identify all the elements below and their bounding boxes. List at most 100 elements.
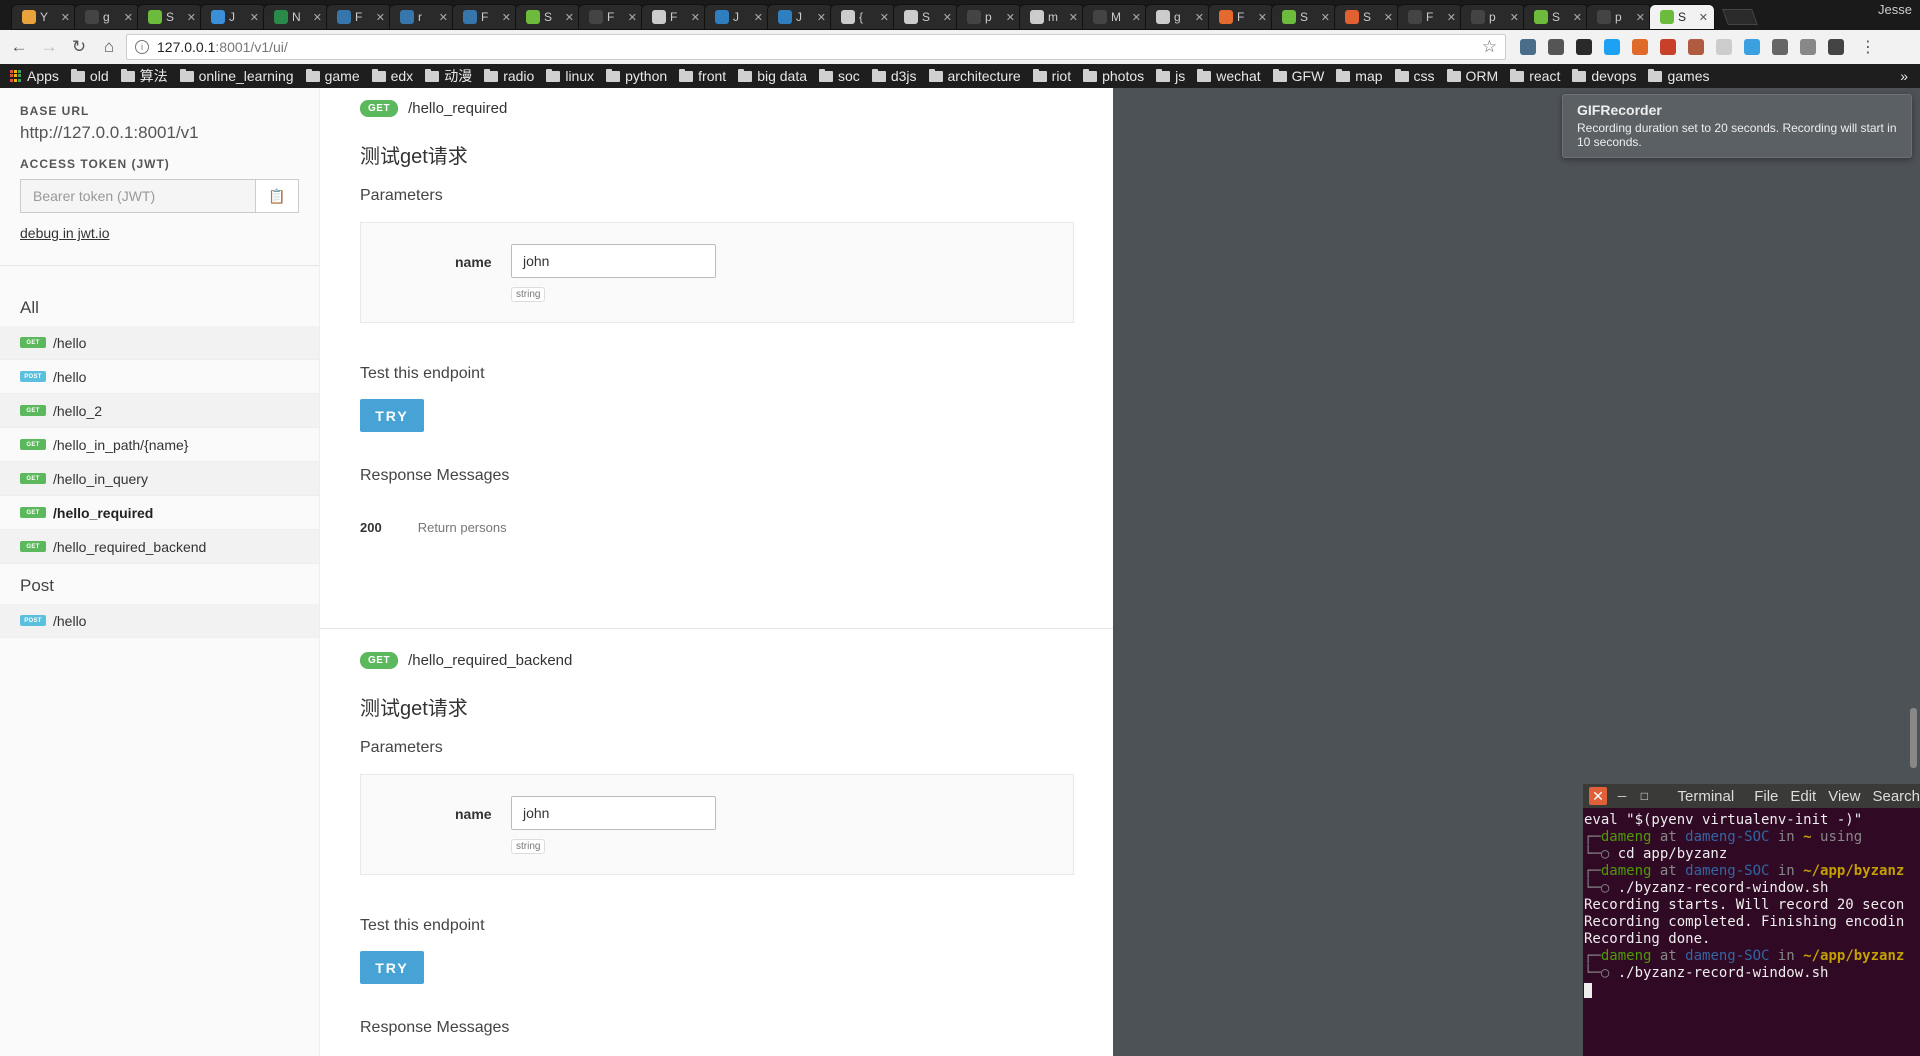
browser-tab[interactable]: J ✕ — [704, 4, 770, 30]
browser-tab[interactable]: S ✕ — [515, 4, 581, 30]
extension-icon[interactable] — [1604, 39, 1620, 55]
maximize-icon[interactable]: □ — [1637, 788, 1651, 804]
close-tab-icon[interactable]: ✕ — [691, 11, 700, 24]
browser-tab[interactable]: F ✕ — [1208, 4, 1274, 30]
close-tab-icon[interactable]: ✕ — [817, 11, 826, 24]
scrollbar-thumb[interactable] — [1910, 708, 1917, 768]
param-name-input[interactable]: john — [511, 244, 716, 278]
bookmark-folder[interactable]: linux — [546, 66, 594, 86]
bookmark-folder[interactable]: d3js — [871, 66, 917, 86]
browser-tab[interactable]: m ✕ — [1019, 4, 1085, 30]
browser-tab[interactable]: J ✕ — [767, 4, 833, 30]
bookmark-apps[interactable]: Apps — [10, 68, 59, 84]
browser-tab[interactable]: J ✕ — [200, 4, 266, 30]
sidebar-item[interactable]: GET/hello_2 — [0, 394, 319, 428]
close-tab-icon[interactable]: ✕ — [943, 11, 952, 24]
bookmark-folder[interactable]: old — [70, 66, 109, 86]
new-tab-button[interactable] — [1722, 9, 1758, 25]
bookmark-folder[interactable]: 算法 — [120, 66, 168, 86]
extension-icon[interactable] — [1660, 39, 1676, 55]
param-name-input[interactable]: john — [511, 796, 716, 830]
close-tab-icon[interactable]: ✕ — [124, 11, 133, 24]
bookmark-folder[interactable]: ORM — [1446, 66, 1498, 86]
try-button[interactable]: TRY — [360, 951, 424, 984]
close-tab-icon[interactable]: ✕ — [187, 11, 196, 24]
bookmark-folder[interactable]: python — [606, 66, 667, 86]
bookmark-folder[interactable]: soc — [819, 66, 860, 86]
browser-tab[interactable]: F ✕ — [641, 4, 707, 30]
close-tab-icon[interactable]: ✕ — [1636, 11, 1645, 24]
close-tab-icon[interactable]: ✕ — [1258, 11, 1267, 24]
bookmark-folder[interactable]: big data — [738, 66, 807, 86]
close-tab-icon[interactable]: ✕ — [1384, 11, 1393, 24]
debug-jwt-link[interactable]: debug in jwt.io — [20, 225, 110, 241]
close-tab-icon[interactable]: ✕ — [1132, 11, 1141, 24]
extension-icon[interactable] — [1548, 39, 1564, 55]
reload-icon[interactable]: ↻ — [66, 34, 92, 60]
browser-tab[interactable]: S ✕ — [1523, 4, 1589, 30]
terminal-menu-item[interactable]: File — [1754, 788, 1778, 805]
sidebar-item[interactable]: GET/hello_required_backend — [0, 530, 319, 564]
extension-icon[interactable] — [1772, 39, 1788, 55]
extension-icon[interactable] — [1828, 39, 1844, 55]
bookmark-folder[interactable]: map — [1336, 66, 1383, 86]
terminal-menu-item[interactable]: View — [1828, 788, 1860, 805]
extension-icon[interactable] — [1744, 39, 1760, 55]
close-tab-icon[interactable]: ✕ — [628, 11, 637, 24]
sidebar-item[interactable]: POST/hello — [0, 360, 319, 394]
browser-tab[interactable]: {✕ — [830, 4, 896, 30]
bookmark-folder[interactable]: wechat — [1197, 66, 1261, 86]
paste-token-button[interactable]: 📋 — [255, 179, 299, 213]
gifrecorder-notification[interactable]: GIFRecorder Recording duration set to 20… — [1562, 94, 1912, 158]
browser-tab[interactable]: N ✕ — [263, 4, 329, 30]
browser-tab[interactable]: S ✕ — [137, 4, 203, 30]
extension-icon[interactable] — [1800, 39, 1816, 55]
bookmark-folder[interactable]: games — [1648, 66, 1710, 86]
close-tab-icon[interactable]: ✕ — [1069, 11, 1078, 24]
close-tab-icon[interactable]: ✕ — [754, 11, 763, 24]
terminal-window[interactable]: ✕ ─ □ Terminal File Edit View Search eval "… — [1583, 784, 1920, 1056]
close-tab-icon[interactable]: ✕ — [61, 11, 70, 24]
try-button[interactable]: TRY — [360, 399, 424, 432]
bookmark-folder[interactable]: riot — [1032, 66, 1071, 86]
browser-tab[interactable]: S ✕ — [1271, 4, 1337, 30]
info-icon[interactable]: i — [135, 40, 149, 54]
bookmarks-more-icon[interactable]: » — [1900, 68, 1908, 84]
close-tab-icon[interactable]: ✕ — [313, 11, 322, 24]
bookmark-folder[interactable]: devops — [1572, 66, 1636, 86]
close-icon[interactable]: ✕ — [1589, 787, 1607, 805]
browser-tab[interactable]: S ✕ — [893, 4, 959, 30]
bookmark-folder[interactable]: game — [305, 66, 360, 86]
browser-tab[interactable]: p ✕ — [956, 4, 1022, 30]
sidebar-item[interactable]: GET/hello_in_query — [0, 462, 319, 496]
bookmark-star-icon[interactable]: ☆ — [1482, 37, 1497, 57]
browser-tab[interactable]: Y ✕ — [11, 4, 77, 30]
bookmark-folder[interactable]: GFW — [1272, 66, 1324, 86]
browser-tab[interactable]: F ✕ — [578, 4, 644, 30]
close-tab-icon[interactable]: ✕ — [439, 11, 448, 24]
close-tab-icon[interactable]: ✕ — [880, 11, 889, 24]
address-bar[interactable]: i 127.0.0.1:8001/v1/ui/ ☆ — [126, 34, 1506, 60]
sidebar-item[interactable]: POST/hello — [0, 604, 319, 638]
extension-icon[interactable] — [1716, 39, 1732, 55]
token-input[interactable]: Bearer token (JWT) — [20, 179, 256, 213]
browser-tab[interactable]: p ✕ — [1460, 4, 1526, 30]
browser-tab[interactable]: p ✕ — [1586, 4, 1652, 30]
back-icon[interactable]: ← — [6, 34, 32, 60]
browser-tab[interactable]: F ✕ — [326, 4, 392, 30]
browser-tab[interactable]: g ✕ — [1145, 4, 1211, 30]
extension-icon[interactable] — [1520, 39, 1536, 55]
close-tab-icon[interactable]: ✕ — [565, 11, 574, 24]
menu-icon[interactable]: ⋮ — [1860, 37, 1876, 57]
sidebar-item[interactable]: GET/hello_in_path/{name} — [0, 428, 319, 462]
profile-name[interactable]: Jesse — [1878, 2, 1912, 17]
close-tab-icon[interactable]: ✕ — [1699, 11, 1708, 24]
browser-tab[interactable]: M ✕ — [1082, 4, 1148, 30]
extension-icon[interactable] — [1576, 39, 1592, 55]
bookmark-folder[interactable]: radio — [484, 66, 534, 86]
close-tab-icon[interactable]: ✕ — [376, 11, 385, 24]
browser-tab[interactable]: F ✕ — [1397, 4, 1463, 30]
bookmark-folder[interactable]: react — [1510, 66, 1560, 86]
sidebar-item[interactable]: GET/hello — [0, 326, 319, 360]
forward-icon[interactable]: → — [36, 34, 62, 60]
